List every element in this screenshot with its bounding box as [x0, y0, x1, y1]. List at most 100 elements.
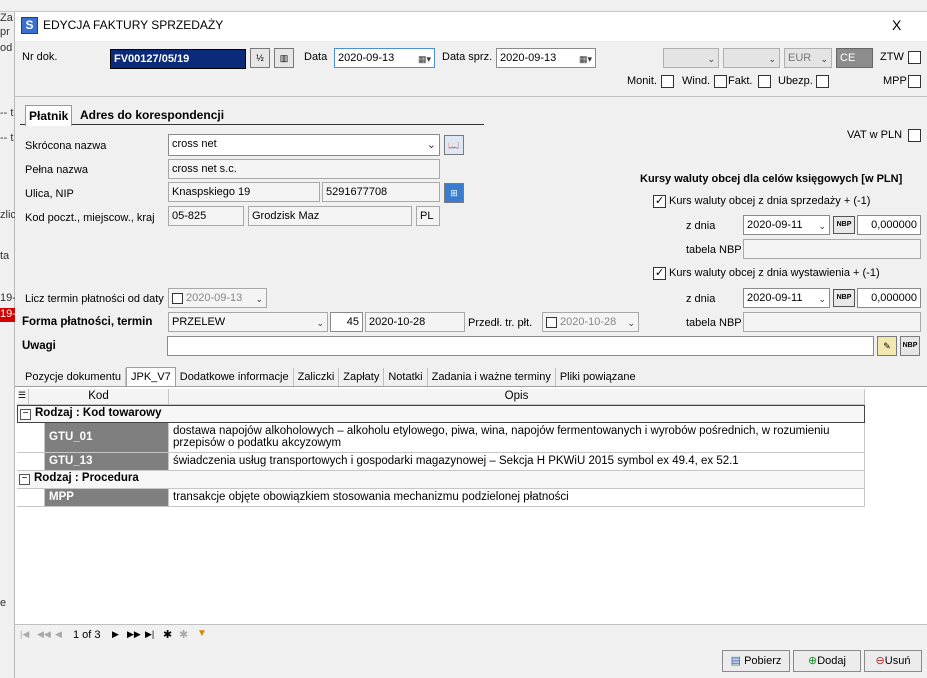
- nip-verify-icon[interactable]: ⊞: [444, 183, 464, 203]
- group-row[interactable]: − Rodzaj : Kod towarowy: [17, 405, 865, 423]
- combo-empty-1[interactable]: ⌄: [663, 48, 719, 68]
- short-name-field[interactable]: cross net ⌄: [168, 134, 440, 156]
- edit-icon[interactable]: ✱: [179, 628, 188, 641]
- full-name-field[interactable]: cross net s.c.: [168, 159, 440, 179]
- ztw-checkbox[interactable]: [908, 51, 921, 64]
- tab-zaliczki[interactable]: Zaliczki: [294, 368, 340, 386]
- kod-cell[interactable]: GTU_13: [45, 453, 169, 471]
- app-icon: S: [21, 17, 38, 34]
- tabela-nbp-field-1[interactable]: [743, 239, 921, 259]
- group-row[interactable]: − Rodzaj : Procedura: [17, 471, 865, 489]
- background-fragment: -- t: [0, 132, 14, 144]
- insert-icon[interactable]: ✱: [163, 628, 172, 641]
- next-page-icon[interactable]: ▶: [112, 629, 119, 640]
- term-from-field[interactable]: 2020-09-13 ⌄: [168, 288, 267, 308]
- first-page-icon[interactable]: |◀: [20, 629, 29, 640]
- background-fragment: -- t: [0, 107, 14, 119]
- wind-checkbox[interactable]: [714, 75, 727, 88]
- usun-button[interactable]: ⊖Usuń: [864, 650, 922, 672]
- next-page-group-icon[interactable]: ▶▶: [127, 629, 141, 640]
- opis-cell[interactable]: świadczenia usług transportowych i gospo…: [169, 453, 865, 471]
- kurs-wystawienia-checkbox[interactable]: [653, 266, 666, 280]
- street-field[interactable]: Knaspskiego 19: [168, 182, 320, 202]
- ubezp-checkbox[interactable]: [816, 75, 829, 88]
- kurs1-value-field[interactable]: 0,000000: [857, 215, 921, 235]
- column-chooser-icon[interactable]: ☰: [17, 389, 29, 405]
- prev-page-icon[interactable]: ◀: [55, 629, 62, 640]
- nr-dok-field[interactable]: FV00127/05/19: [110, 49, 246, 69]
- pobierz-button[interactable]: ▤ Pobierz: [722, 650, 790, 672]
- dodaj-button[interactable]: ⊕Dodaj: [793, 650, 861, 672]
- group-label: Rodzaj : Kod towarowy: [35, 407, 162, 419]
- full-name-label: Pełna nazwa: [25, 164, 88, 176]
- payment-days-field[interactable]: 45: [330, 312, 363, 332]
- tab-pliki[interactable]: Pliki powiązane: [556, 368, 640, 386]
- tab-dodatkowe[interactable]: Dodatkowe informacje: [176, 368, 294, 386]
- collapse-icon: −: [20, 409, 31, 420]
- contractor-book-icon[interactable]: 📖: [444, 135, 464, 155]
- background-fragment: pr: [0, 26, 10, 38]
- tab-zaplaty[interactable]: Zapłaty: [339, 368, 385, 386]
- fakt-checkbox[interactable]: [758, 75, 771, 88]
- vat-pln-label: VAT w PLN: [847, 129, 903, 141]
- tab-adres[interactable]: Adres do korespondencji: [80, 108, 224, 122]
- mpp-label: MPP: [883, 75, 907, 87]
- kurs2-date-field[interactable]: 2020-09-11 ⌄: [743, 288, 830, 308]
- predl-field[interactable]: 2020-10-28 ⌄: [542, 312, 639, 332]
- delete-icon: ⊖: [875, 655, 885, 667]
- numbering-icon[interactable]: ½: [250, 48, 270, 68]
- predl-label: Przedł. tr. płt.: [468, 317, 533, 329]
- kurs2-value-field[interactable]: 0,000000: [857, 288, 921, 308]
- mpp-checkbox[interactable]: [908, 75, 921, 88]
- nbp-button-2[interactable]: NBP: [833, 289, 855, 307]
- column-header-opis[interactable]: Opis: [169, 389, 865, 405]
- tab-platnik[interactable]: Płatnik: [25, 105, 73, 126]
- background-fragment: e: [0, 597, 7, 609]
- filter-icon[interactable]: ▼: [197, 628, 207, 639]
- street-label: Ulica, NIP: [25, 188, 74, 200]
- city-field[interactable]: Grodzisk Maz: [248, 206, 412, 226]
- currency-select[interactable]: EUR ⌄: [784, 48, 832, 68]
- ce-field[interactable]: CE: [836, 48, 873, 68]
- tab-jpk-v7[interactable]: JPK_V7: [126, 367, 176, 386]
- registry-icon[interactable]: ▥: [274, 48, 294, 68]
- notes-field[interactable]: [167, 336, 874, 356]
- tabela-nbp-label: tabela NBP: [686, 317, 742, 329]
- vat-pln-checkbox[interactable]: [908, 129, 921, 142]
- last-page-icon[interactable]: ▶|: [145, 629, 154, 640]
- calendar-icon: ▦▾: [417, 54, 431, 64]
- term-from-label: Licz termin płatności od daty: [25, 293, 164, 305]
- column-header-kod[interactable]: Kod: [29, 389, 169, 405]
- kod-cell[interactable]: GTU_01: [45, 423, 169, 453]
- document-tabs: Pozycje dokumentu JPK_V7 Dodatkowe infor…: [15, 365, 927, 387]
- data-sprz-field[interactable]: 2020-09-13 ▦▾: [496, 48, 596, 68]
- tabela-nbp-field-2[interactable]: [743, 312, 921, 332]
- tab-zadania[interactable]: Zadania i ważne terminy: [428, 368, 556, 386]
- tab-pozycje[interactable]: Pozycje dokumentu: [21, 368, 126, 386]
- background-fragment: zlic: [0, 209, 16, 221]
- nbp-button-1[interactable]: NBP: [833, 216, 855, 234]
- combo-empty-2[interactable]: ⌄: [723, 48, 780, 68]
- kod-cell[interactable]: MPP: [45, 489, 169, 507]
- payment-form-select[interactable]: PRZELEW ⌄: [168, 312, 328, 332]
- prev-page-group-icon[interactable]: ◀◀: [37, 629, 51, 640]
- data-field[interactable]: 2020-09-13 ▦▾: [334, 48, 435, 68]
- nip-field[interactable]: 5291677708: [322, 182, 440, 202]
- nbp-notes-button[interactable]: NBP: [900, 336, 920, 356]
- tab-notatki[interactable]: Notatki: [384, 368, 428, 386]
- term-from-checkbox: [172, 292, 183, 304]
- group-label: Rodzaj : Procedura: [34, 472, 139, 484]
- kurs-sprzedazy-label: Kurs waluty obcej z dnia sprzedaży + (-1…: [669, 195, 871, 207]
- country-field[interactable]: PL: [416, 206, 440, 226]
- kurs-sprzedazy-checkbox[interactable]: [653, 194, 666, 208]
- postcode-field[interactable]: 05-825: [168, 206, 244, 226]
- payment-date-field[interactable]: 2020-10-28: [365, 312, 465, 332]
- opis-cell[interactable]: transakcje objęte obowiązkiem stosowania…: [169, 489, 865, 507]
- background-toolbar: [0, 0, 927, 12]
- monit-checkbox[interactable]: [661, 75, 674, 88]
- edit-notes-icon[interactable]: ✎: [877, 336, 897, 356]
- opis-cell[interactable]: dostawa napojów alkoholowych – alkoholu …: [169, 423, 865, 453]
- close-icon[interactable]: X: [892, 17, 901, 33]
- chevron-down-icon: ⌄: [627, 318, 635, 328]
- kurs1-date-field[interactable]: 2020-09-11 ⌄: [743, 215, 830, 235]
